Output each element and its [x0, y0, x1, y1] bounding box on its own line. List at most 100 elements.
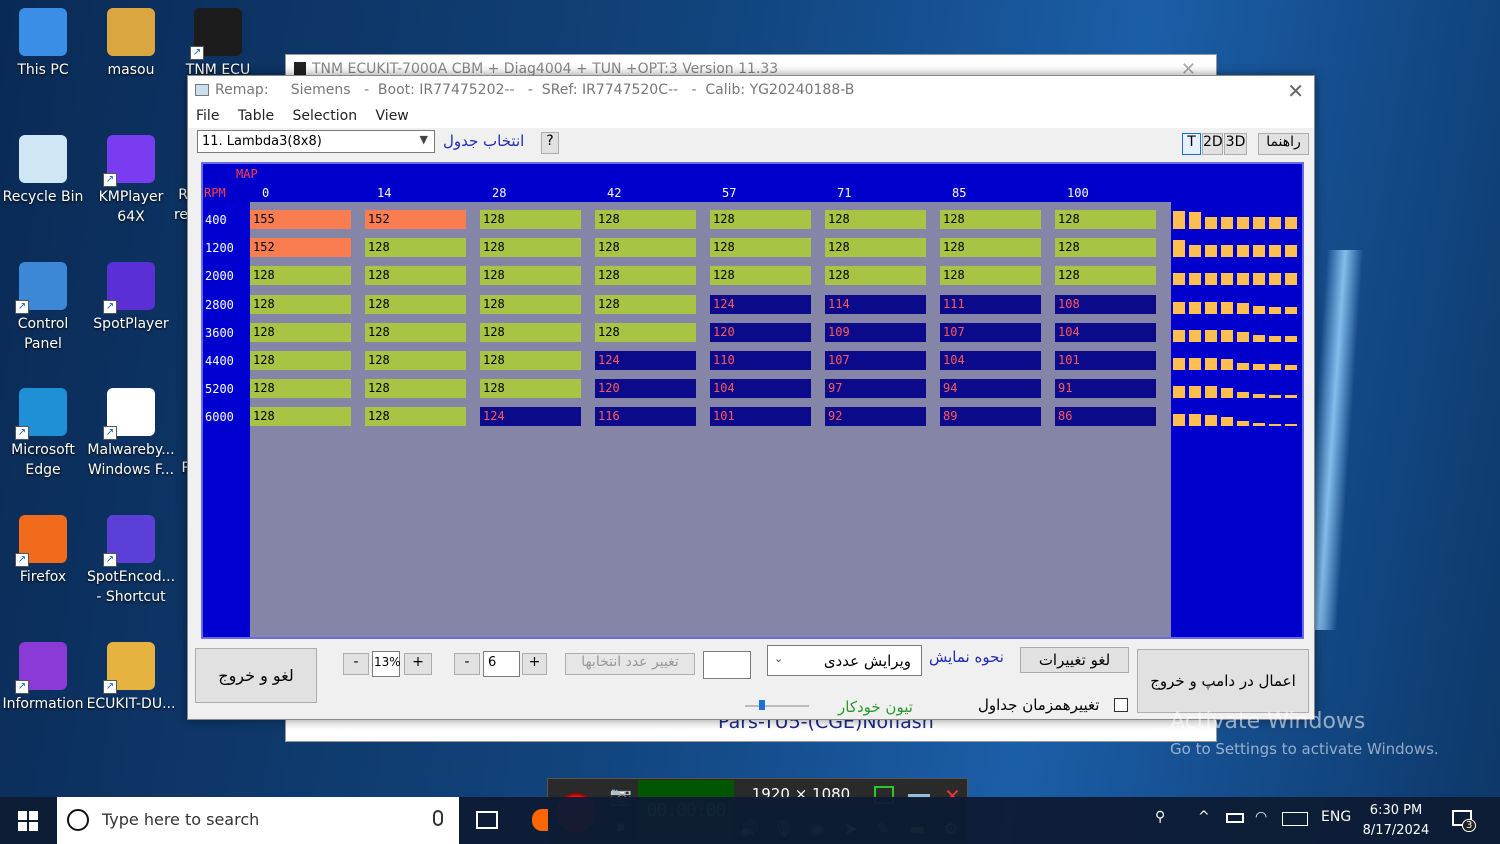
map-cell[interactable]: 128 — [480, 351, 581, 370]
map-cell[interactable]: 107 — [940, 322, 1041, 342]
microphone-icon[interactable] — [433, 810, 443, 826]
sync-tables-checkbox[interactable] — [1114, 698, 1128, 712]
map-cell[interactable]: 152 — [365, 210, 466, 229]
desktop-icon[interactable]: ↗ Information — [0, 642, 88, 714]
apply-exit-button[interactable]: اعمال در دامپ و خروج — [1137, 649, 1309, 713]
map-cell[interactable]: 97 — [825, 379, 926, 399]
battery-icon[interactable] — [1226, 813, 1244, 823]
map-cell[interactable]: 128 — [1055, 210, 1156, 229]
map-cell[interactable]: 128 — [940, 238, 1041, 258]
menu-file[interactable]: File — [196, 108, 219, 124]
step-input[interactable]: 6 — [483, 651, 520, 677]
map-cell[interactable]: 114 — [825, 294, 926, 314]
step-minus-button[interactable]: - — [454, 653, 480, 675]
search-box[interactable]: Type here to search — [57, 797, 459, 844]
desktop-icon[interactable]: ↗ SpotPlayer — [86, 262, 176, 334]
value-input[interactable] — [703, 651, 751, 679]
windows-start-icon[interactable] — [18, 811, 38, 831]
map-cell[interactable]: 128 — [250, 294, 351, 314]
map-grid[interactable]: MAP RPM 0 14 28 42 57 71 85 100 400 155 152 128 128 1… — [201, 162, 1304, 639]
menu-view[interactable]: View — [376, 108, 409, 124]
keyboard-icon[interactable] — [1282, 812, 1308, 826]
cancel-exit-button[interactable]: لغو و خروج — [195, 648, 317, 703]
map-cell[interactable]: 128 — [365, 322, 466, 342]
undo-changes-button[interactable]: لغو تغییرات — [1020, 647, 1129, 673]
map-cell[interactable]: 104 — [1055, 322, 1156, 342]
map-cell[interactable]: 101 — [1055, 351, 1156, 370]
tray-chevron-icon[interactable]: ^ — [1198, 809, 1210, 825]
map-cell[interactable]: 128 — [480, 379, 581, 399]
map-cell[interactable]: 128 — [940, 266, 1041, 286]
help-button[interactable]: ? — [541, 132, 559, 154]
map-cell[interactable]: 128 — [595, 266, 696, 286]
wifi-icon[interactable]: ◠ — [1255, 809, 1267, 825]
map-cell[interactable]: 128 — [365, 351, 466, 370]
auto-tune-slider[interactable] — [745, 705, 809, 707]
map-cell[interactable]: 101 — [710, 407, 811, 427]
map-cell[interactable]: 124 — [595, 351, 696, 370]
map-cell[interactable]: 89 — [940, 407, 1041, 427]
map-cell[interactable]: 128 — [825, 210, 926, 229]
map-cell[interactable]: 86 — [1055, 407, 1156, 427]
map-cell[interactable]: 155 — [250, 210, 351, 229]
map-cell[interactable]: 110 — [710, 351, 811, 370]
map-cell[interactable]: 92 — [825, 407, 926, 427]
menu-table[interactable]: Table — [238, 108, 274, 124]
people-icon[interactable]: ⚲ — [1155, 809, 1165, 825]
map-cell[interactable]: 128 — [595, 238, 696, 258]
map-cell[interactable]: 128 — [250, 379, 351, 399]
change-selected-button[interactable]: تغییر عدد انتخابها — [565, 653, 695, 675]
map-cell[interactable]: 128 — [365, 294, 466, 314]
map-cell[interactable]: 120 — [595, 379, 696, 399]
guide-button[interactable]: راهنما — [1258, 133, 1309, 155]
map-cell[interactable]: 128 — [595, 322, 696, 342]
map-cell[interactable]: 128 — [365, 379, 466, 399]
clock[interactable]: 6:30 PM 8/17/2024 — [1360, 801, 1432, 841]
slider-thumb[interactable] — [759, 700, 765, 710]
map-cell[interactable]: 128 — [480, 210, 581, 229]
display-mode-select[interactable]: ویرایش عددی ⌄ — [767, 645, 922, 676]
map-cell[interactable]: 104 — [940, 351, 1041, 370]
map-cell[interactable]: 128 — [480, 238, 581, 258]
map-cell[interactable]: 94 — [940, 379, 1041, 399]
map-cell[interactable]: 128 — [480, 294, 581, 314]
map-cell[interactable]: 128 — [1055, 238, 1156, 258]
task-view-icon[interactable] — [476, 811, 498, 829]
desktop-icon[interactable]: masou — [86, 8, 176, 80]
desktop-icon[interactable]: This PC — [0, 8, 88, 80]
map-cell[interactable]: 124 — [480, 407, 581, 427]
percent-minus-button[interactable]: - — [343, 653, 369, 675]
desktop-icon[interactable]: Recycle Bin — [0, 135, 88, 207]
map-cell[interactable]: 116 — [595, 407, 696, 427]
map-cell[interactable]: 152 — [250, 238, 351, 258]
remap-window[interactable]: Remap: Siemens - Boot: IR77475202-- - SR… — [187, 75, 1315, 720]
view-table-button[interactable]: T — [1182, 133, 1201, 155]
map-cell[interactable]: 128 — [250, 351, 351, 370]
map-cell[interactable]: 128 — [480, 322, 581, 342]
firefox-taskbar-icon[interactable] — [532, 809, 548, 831]
map-cell[interactable]: 104 — [710, 379, 811, 399]
desktop-icon[interactable]: ↗ Firefox — [0, 515, 88, 587]
map-cell[interactable]: 124 — [710, 294, 811, 314]
desktop-icon[interactable]: ↗ Control Panel — [0, 262, 88, 354]
map-cell[interactable]: 128 — [710, 238, 811, 258]
map-cell[interactable]: 128 — [250, 266, 351, 286]
map-cell[interactable]: 91 — [1055, 379, 1156, 399]
map-cell[interactable]: 128 — [710, 210, 811, 229]
view-2d-button[interactable]: 2D — [1202, 133, 1223, 155]
map-cell[interactable]: 109 — [825, 322, 926, 342]
map-cell[interactable]: 128 — [1055, 266, 1156, 286]
map-cell[interactable]: 128 — [480, 266, 581, 286]
desktop-icon[interactable]: ↗ ECUKIT-DU... — [86, 642, 176, 714]
map-cell[interactable]: 128 — [710, 266, 811, 286]
map-cell[interactable]: 128 — [250, 407, 351, 427]
map-cell[interactable]: 120 — [710, 322, 811, 342]
map-cell[interactable]: 128 — [940, 210, 1041, 229]
view-3d-button[interactable]: 3D — [1224, 133, 1247, 155]
map-cell[interactable]: 108 — [1055, 294, 1156, 314]
map-cell[interactable]: 128 — [365, 266, 466, 286]
map-cell[interactable]: 128 — [825, 238, 926, 258]
desktop-icon[interactable]: ↗ Microsoft Edge — [0, 388, 88, 480]
map-cell[interactable]: 128 — [825, 266, 926, 286]
desktop-icon[interactable]: ↗ SpotEncod... - Shortcut — [86, 515, 176, 607]
